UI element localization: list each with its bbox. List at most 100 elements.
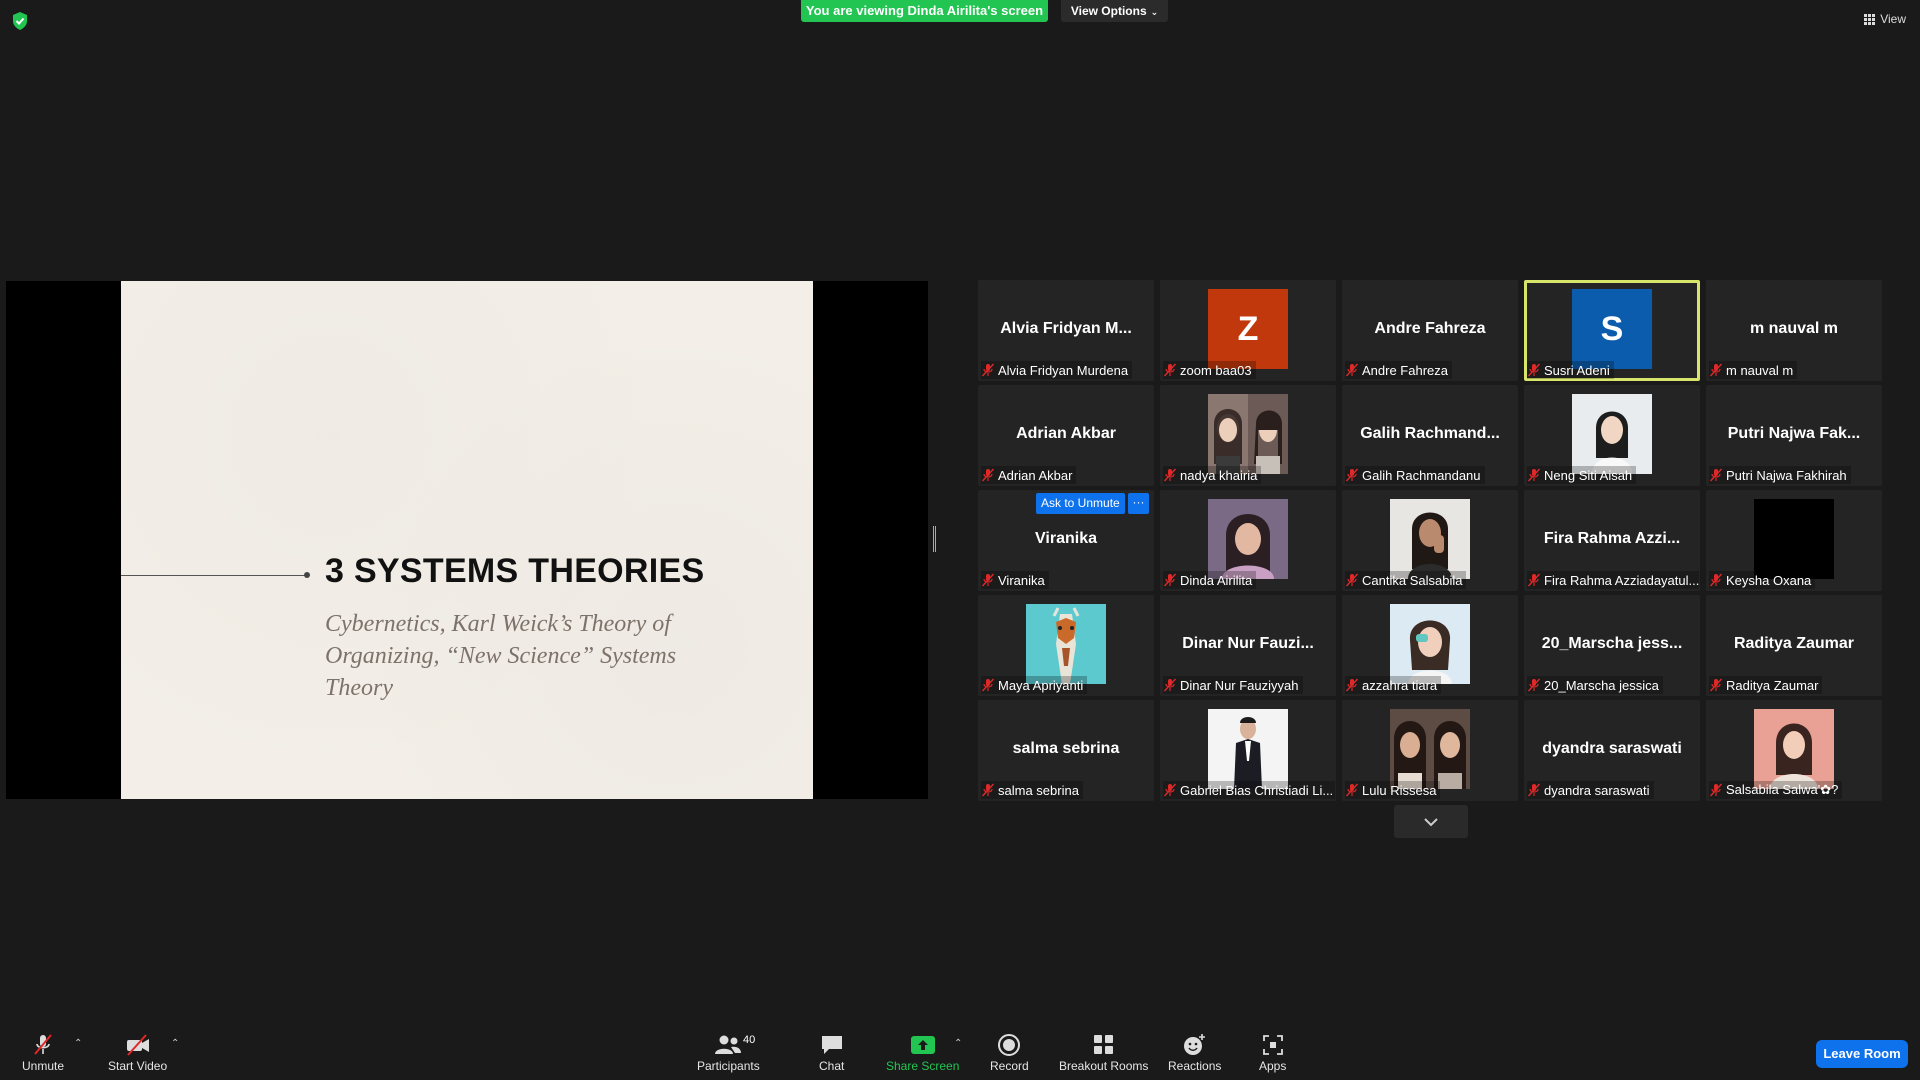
participant-tile[interactable]: Gabriel Bias Christiadi Li... [1160, 700, 1336, 801]
muted-mic-icon [1163, 678, 1177, 692]
profile-photo [1390, 604, 1470, 684]
unmute-button[interactable]: Unmute [22, 1032, 64, 1073]
profile-photo [1208, 709, 1288, 789]
muted-mic-icon [1709, 363, 1723, 377]
muted-mic-icon [1527, 573, 1541, 587]
chevron-down-icon [1424, 817, 1438, 826]
participant-name: Lulu Rissesa [1362, 782, 1437, 798]
participant-display-name: dyandra saraswati [1542, 740, 1682, 757]
participant-tile[interactable]: Keysha Oxana [1706, 490, 1882, 591]
participant-tile[interactable]: Andre Fahreza Andre Fahreza [1342, 280, 1518, 381]
participant-tile[interactable]: m nauval m m nauval m [1706, 280, 1882, 381]
participant-tile[interactable]: Alvia Fridyan M... Alvia Fridyan Murdena [978, 280, 1154, 381]
muted-mic-icon [1163, 783, 1177, 797]
muted-mic-icon [1345, 468, 1359, 482]
record-button[interactable]: Record [990, 1032, 1029, 1073]
participant-name-label: Alvia Fridyan Murdena [981, 361, 1133, 379]
participant-name-label: dyandra saraswati [1527, 781, 1654, 799]
participant-display-name: Putri Najwa Fak... [1727, 425, 1861, 442]
muted-mic-icon [981, 783, 995, 797]
participant-tile[interactable]: Putri Najwa Fak... Putri Najwa Fakhirah [1706, 385, 1882, 486]
chat-button[interactable]: Chat [819, 1032, 844, 1073]
participant-tile[interactable]: S Susri Adeni [1524, 280, 1700, 381]
muted-mic-icon [1709, 468, 1723, 482]
participant-name: salma sebrina [998, 782, 1079, 798]
muted-mic-icon [1527, 783, 1541, 797]
participant-display-name: Dinar Nur Fauzi... [1182, 635, 1314, 652]
participant-tile[interactable]: 20_Marscha jess... 20_Marscha jessica [1524, 595, 1700, 696]
start-video-button[interactable]: Start Video [108, 1032, 167, 1073]
split-view-resize-handle[interactable] [933, 526, 936, 552]
participant-tile[interactable]: Dinda Airilita [1160, 490, 1336, 591]
participant-tile[interactable]: Galih Rachmand... Galih Rachmandanu [1342, 385, 1518, 486]
participant-name: Keysha Oxana [1726, 572, 1812, 588]
profile-photo [1390, 709, 1470, 789]
participant-tile[interactable]: Raditya Zaumar Raditya Zaumar [1706, 595, 1882, 696]
muted-mic-icon [981, 678, 995, 692]
participant-tile[interactable]: salma sebrina salma sebrina [978, 700, 1154, 801]
muted-mic-icon [1709, 783, 1723, 797]
participant-tile[interactable]: nadya khairia [1160, 385, 1336, 486]
participant-name-label: Dinda Airilita [1163, 571, 1257, 589]
participant-name-label: Susri Adeni [1527, 361, 1614, 379]
video-options-caret-icon[interactable]: ⌃ [171, 1038, 179, 1049]
share-screen-icon [910, 1032, 936, 1058]
participant-name: Adrian Akbar [998, 467, 1073, 483]
gallery-next-page-button[interactable] [1394, 805, 1468, 838]
participant-tile[interactable]: Zzoom baa03 [1160, 280, 1336, 381]
participant-tile[interactable]: Maya Apriyanti [978, 595, 1154, 696]
participant-tile[interactable]: Fira Rahma Azzi... Fira Rahma Azziadayatu… [1524, 490, 1700, 591]
participant-name: Neng Siti Aisah [1544, 467, 1633, 483]
share-screen-button[interactable]: Share Screen [886, 1032, 959, 1073]
participant-name-label: Fira Rahma Azziadayatul... [1527, 571, 1699, 589]
participant-tile[interactable]: Cantika Salsabila [1342, 490, 1518, 591]
participant-tile[interactable]: Neng Siti Aisah [1524, 385, 1700, 486]
breakout-rooms-button[interactable]: Breakout Rooms [1059, 1032, 1148, 1073]
participant-name: Galih Rachmandanu [1362, 467, 1481, 483]
participant-name-label: Galih Rachmandanu [1345, 466, 1485, 484]
audio-options-caret-icon[interactable]: ⌃ [74, 1038, 82, 1049]
participant-display-name: m nauval m [1749, 320, 1839, 337]
participant-name: Alvia Fridyan Murdena [998, 362, 1129, 378]
view-layout-button[interactable]: View [1864, 12, 1906, 26]
participant-name-label: Salsabila Salwa'✿? [1709, 781, 1843, 799]
participant-name-label: azzahra tiara [1345, 676, 1442, 694]
muted-mic-icon [1163, 573, 1177, 587]
participant-display-name: Galih Rachmand... [1360, 425, 1500, 442]
share-options-caret-icon[interactable]: ⌃ [954, 1038, 962, 1049]
avatar: S [1572, 289, 1652, 369]
video-off-icon [124, 1032, 152, 1058]
avatar: Z [1208, 289, 1288, 369]
apps-button[interactable]: Apps [1259, 1032, 1286, 1073]
muted-mic-icon [1527, 363, 1541, 377]
participant-tile[interactable]: azzahra tiara [1342, 595, 1518, 696]
participant-tile[interactable]: Adrian Akbar Adrian Akbar [978, 385, 1154, 486]
leave-room-button[interactable]: Leave Room [1816, 1040, 1908, 1068]
view-options-label: View Options [1070, 4, 1147, 18]
view-label: View [1880, 12, 1906, 26]
view-options-button[interactable]: View Options ⌄ [1061, 0, 1168, 22]
encryption-shield-icon[interactable] [12, 12, 28, 30]
participant-name: Fira Rahma Azziadayatul... [1544, 572, 1699, 588]
participant-name: nadya khairia [1180, 467, 1258, 483]
more-options-button[interactable]: ··· [1128, 493, 1149, 514]
shared-screen[interactable]: 3 SYSTEMS THEORIES Cybernetics, Karl Wei… [6, 281, 928, 799]
participant-name: Salsabila Salwa'✿? [1726, 782, 1839, 797]
participant-name: Raditya Zaumar [1726, 677, 1819, 693]
participant-tile[interactable]: Salsabila Salwa'✿? [1706, 700, 1882, 801]
reactions-emoji-icon [1182, 1032, 1208, 1058]
ask-to-unmute-button[interactable]: Ask to Unmute [1036, 493, 1125, 514]
participant-name: azzahra tiara [1362, 677, 1438, 693]
breakout-rooms-label: Breakout Rooms [1059, 1059, 1149, 1073]
muted-mic-icon [1709, 678, 1723, 692]
chat-icon [820, 1032, 844, 1058]
participant-name: Cantika Salsabila [1362, 572, 1463, 588]
participant-tile[interactable]: dyandra saraswati dyandra saraswati [1524, 700, 1700, 801]
reactions-button[interactable]: Reactions [1168, 1032, 1221, 1073]
participant-tile[interactable]: Lulu Rissesa [1342, 700, 1518, 801]
profile-photo [1026, 604, 1106, 684]
participant-tile[interactable]: Viranika Ask to Unmute ··· Viranika [978, 490, 1154, 591]
participant-tile[interactable]: Dinar Nur Fauzi... Dinar Nur Fauziyyah [1160, 595, 1336, 696]
breakout-rooms-icon [1092, 1032, 1116, 1058]
profile-photo [1754, 709, 1834, 789]
